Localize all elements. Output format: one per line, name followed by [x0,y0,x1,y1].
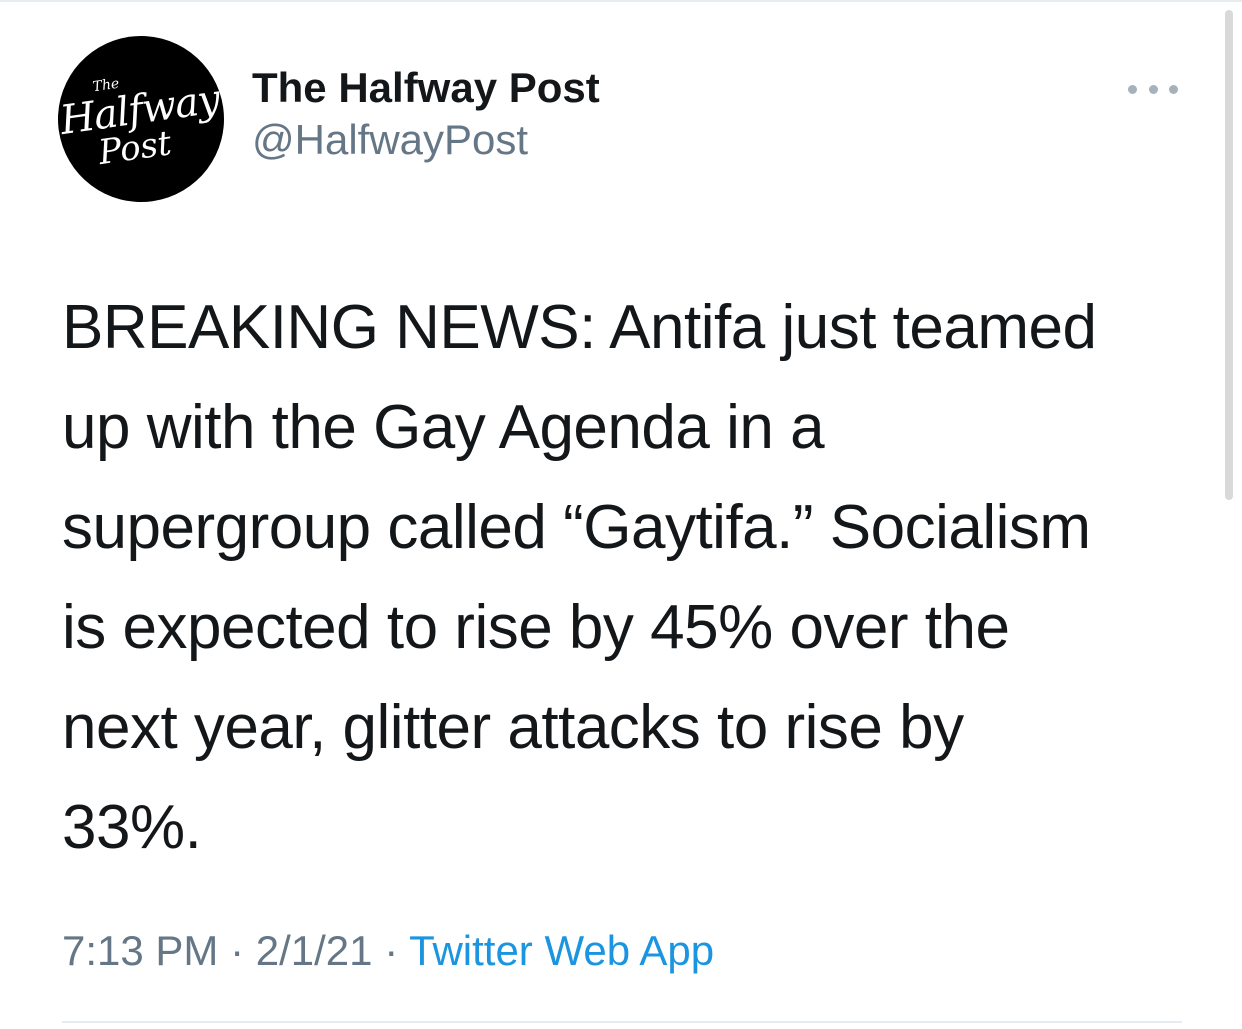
tweet-source-link[interactable]: Twitter Web App [409,927,714,974]
tweet-meta: 7:13 PM · 2/1/21 · Twitter Web App [62,924,714,978]
tweet-text-line: is expected to rise by 45% over the [62,593,1010,662]
tweet-text-line: next year, glitter attacks to rise by [62,693,964,762]
bottom-divider [62,1021,1182,1023]
tweet-text: BREAKING NEWS: Antifa just teamed up wit… [62,278,1182,878]
tweet-time[interactable]: 7:13 PM [62,927,218,974]
author-info[interactable]: The Halfway Post @HalfwayPost [252,62,600,166]
tweet-text-line: BREAKING NEWS: Antifa just teamed [62,293,1097,362]
more-dot [1128,84,1137,94]
author-display-name[interactable]: The Halfway Post [252,62,600,114]
tweet-text-line: supergroup called “Gaytifa.” Socialism [62,493,1091,562]
top-divider [0,0,1242,2]
tweet-text-line: 33%. [62,793,202,862]
scrollbar[interactable] [1225,10,1233,500]
avatar[interactable]: The Halfway Post [47,25,235,213]
author-handle[interactable]: @HalfwayPost [252,114,600,166]
tweet-date[interactable]: 2/1/21 [256,927,373,974]
avatar-logo-text-post: Post [96,123,174,174]
meta-separator: · [372,927,410,974]
more-options-icon[interactable] [1128,74,1178,104]
more-dot [1148,84,1158,94]
meta-separator: · [218,927,256,974]
more-dot [1169,84,1178,94]
tweet-text-line: up with the Gay Agenda in a [62,393,825,462]
